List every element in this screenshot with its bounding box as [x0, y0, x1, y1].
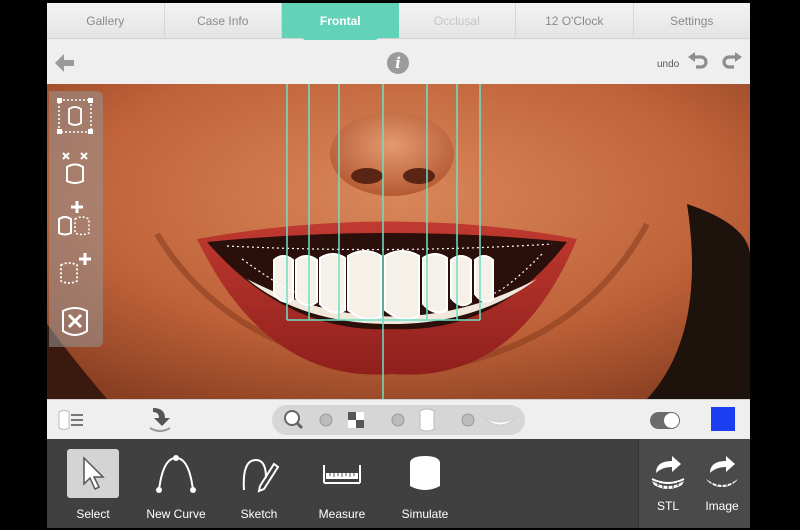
- view-radio-3[interactable]: [461, 413, 475, 427]
- export-stl-button[interactable]: STL: [643, 455, 693, 521]
- tab-12-oclock[interactable]: 12 O'Clock: [516, 3, 634, 38]
- tab-occlusal: Occlusal: [398, 3, 516, 38]
- app-frame: Gallery Case Info Frontal Occlusal 12 O'…: [47, 3, 750, 528]
- zoom-icon[interactable]: [284, 410, 304, 430]
- new-curve-tool-button[interactable]: New Curve: [136, 449, 216, 521]
- top-toolbar: i undo: [47, 40, 750, 84]
- tab-frontal[interactable]: Frontal: [282, 3, 399, 38]
- tooth-icon[interactable]: [419, 408, 435, 432]
- delete-tooth-button[interactable]: [55, 301, 95, 341]
- select-tool-button[interactable]: Select: [53, 449, 133, 521]
- tab-gallery[interactable]: Gallery: [47, 3, 165, 38]
- export-group: STL Image: [638, 439, 750, 528]
- tab-bar: Gallery Case Info Frontal Occlusal 12 O'…: [47, 3, 750, 39]
- layers-button[interactable]: [55, 408, 85, 432]
- sketch-tool-label: Sketch: [240, 507, 278, 521]
- measure-tool-label: Measure: [318, 507, 366, 521]
- view-radio-2[interactable]: [391, 413, 405, 427]
- view-mode-pill: [272, 405, 525, 435]
- ruler-icon: [323, 464, 361, 484]
- select-tooth-icon: [57, 98, 93, 134]
- download-button[interactable]: [145, 404, 175, 434]
- sketch-tool-button[interactable]: Sketch: [219, 449, 299, 521]
- select-tool-label: Select: [76, 507, 110, 521]
- sketch-pencil-icon: [242, 458, 280, 493]
- add-curve-tooth-icon: [60, 253, 91, 284]
- color-swatch[interactable]: [711, 407, 735, 431]
- layers-icon: [58, 410, 83, 430]
- export-image-icon: [706, 456, 738, 487]
- measure-tool-button[interactable]: Measure: [302, 449, 382, 521]
- add-tooth-button[interactable]: [55, 197, 95, 237]
- export-stl-icon: [651, 456, 685, 489]
- select-tooth-button[interactable]: [55, 96, 95, 136]
- add-tooth-icon: [58, 201, 90, 236]
- tab-settings[interactable]: Settings: [633, 3, 750, 38]
- undo-button[interactable]: [687, 52, 709, 74]
- export-image-button[interactable]: Image: [697, 455, 747, 521]
- tab-case-info[interactable]: Case Info: [164, 3, 282, 38]
- curve-icon: [156, 454, 196, 493]
- new-curve-tool-label: New Curve: [146, 507, 206, 521]
- simulate-tooth-icon: [410, 455, 440, 490]
- arrow-left-icon: [55, 54, 74, 72]
- redo-arrow-icon: [722, 52, 742, 69]
- view-radio-1[interactable]: [319, 413, 333, 427]
- checker-icon[interactable]: [348, 412, 364, 428]
- photo-canvas[interactable]: [47, 84, 750, 399]
- simulate-tool-label: Simulate: [401, 507, 449, 521]
- move-tooth-icon: [62, 152, 88, 184]
- add-curve-tooth-button[interactable]: [55, 249, 95, 289]
- simulate-tool-button[interactable]: Simulate: [385, 449, 465, 521]
- download-arrow-icon: [149, 408, 171, 432]
- info-button[interactable]: i: [387, 52, 409, 74]
- cursor-arrow-icon: [83, 455, 105, 490]
- undo-label: undo: [657, 59, 680, 70]
- bottom-toolbar: Select New Curve Sketch Measure Simulate…: [47, 439, 750, 528]
- export-stl-label: STL: [656, 499, 679, 513]
- view-bar: [47, 399, 750, 439]
- undo-arrow-icon: [688, 52, 708, 69]
- delete-tooth-icon: [62, 307, 88, 336]
- move-tooth-button[interactable]: [55, 147, 95, 187]
- overlay-toggle[interactable]: [650, 412, 680, 429]
- redo-button[interactable]: [721, 52, 743, 74]
- side-tool-panel: [49, 91, 103, 347]
- smile-teeth-icon[interactable]: [483, 416, 517, 426]
- export-image-label: Image: [705, 499, 739, 513]
- smile-photo: [47, 84, 750, 399]
- back-button[interactable]: [53, 52, 77, 74]
